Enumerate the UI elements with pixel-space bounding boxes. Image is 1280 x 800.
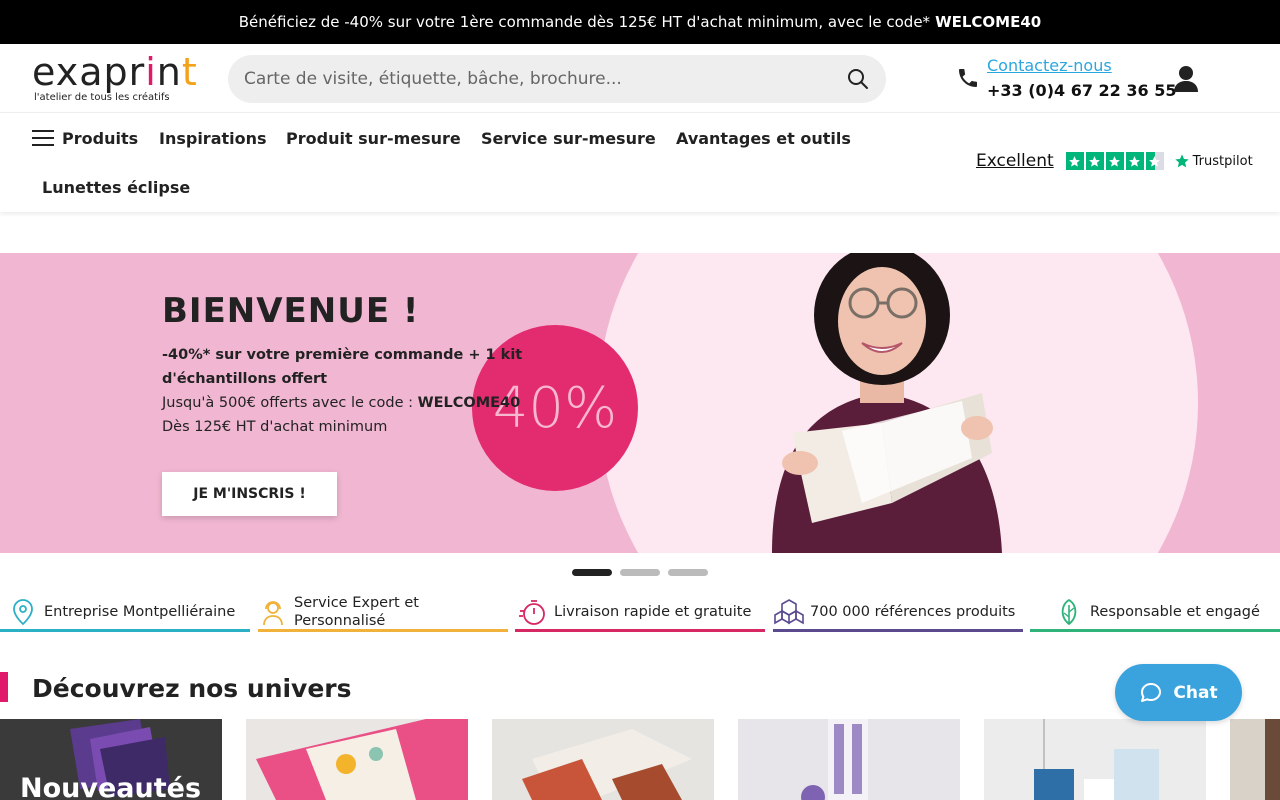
hero-code: WELCOME40 [417, 395, 521, 411]
feature-label: Entreprise Montpelliéraine [44, 604, 236, 620]
boxes-icon [774, 599, 804, 625]
feature-responsable[interactable]: Responsable et engagé [1054, 592, 1280, 632]
nav-item-produits[interactable]: Produits [62, 129, 138, 148]
feature-label: Service Expert et Personnalisé [294, 594, 419, 630]
stopwatch-icon [519, 600, 545, 625]
universe-card-3[interactable] [492, 719, 714, 800]
trustpilot-star-icon [1174, 154, 1189, 168]
feature-underline [515, 629, 765, 632]
trustpilot-widget[interactable]: Excellent Trustpilot [976, 149, 1253, 173]
chat-bubble-icon [1141, 682, 1162, 702]
universe-card-4[interactable] [738, 719, 960, 800]
star-icon [1125, 152, 1144, 170]
promo-text: Bénéficiez de -40% sur votre 1ère comman… [238, 13, 931, 31]
feature-livraison[interactable]: Livraison rapide et gratuite [518, 592, 766, 632]
feature-montpellier[interactable]: Entreprise Montpelliéraine [8, 592, 250, 632]
phone-icon [959, 69, 977, 87]
feature-label-line-1: Service Expert et [294, 595, 419, 611]
hero-offer-line-2: d'échantillons offert [162, 371, 328, 387]
feature-underline [773, 629, 1023, 632]
contact-link[interactable]: Contactez-nous [987, 56, 1112, 75]
hero-title: BIENVENUE ! [162, 291, 420, 331]
nav-item-inspirations[interactable]: Inspirations [159, 129, 267, 148]
trustpilot-stars [1065, 152, 1166, 170]
menu-icon[interactable] [32, 130, 54, 146]
main-nav: Produits Inspirations Produit sur-mesure… [0, 112, 1280, 212]
universes-title: Découvrez nos univers [32, 674, 352, 703]
star-half-icon [1145, 152, 1164, 170]
nav-item-lunettes-eclipse[interactable]: Lunettes éclipse [42, 178, 190, 197]
trustpilot-logo: Trustpilot [1174, 153, 1253, 169]
carousel-dot-1[interactable] [572, 569, 612, 576]
hero-banner[interactable]: 40% BIENVENUE ! -40%* sur votre première… [0, 253, 1280, 553]
headset-icon [263, 601, 283, 626]
section-accent-bar [0, 672, 8, 702]
feature-underline [258, 629, 508, 632]
leaf-icon [1061, 598, 1077, 626]
feature-references[interactable]: 700 000 références produits [774, 592, 1024, 632]
nav-item-produit-sur-mesure[interactable]: Produit sur-mesure [286, 129, 461, 148]
chat-button[interactable]: Chat [1115, 664, 1242, 721]
location-pin-icon [13, 599, 33, 626]
trustpilot-rating-text: Excellent [976, 151, 1054, 171]
promo-banner: Bénéficiez de -40% sur votre 1ère comman… [0, 0, 1280, 44]
exaprint-logo[interactable]: exaprint l'atelier de tous les créatifs [32, 50, 218, 108]
nav-item-service-sur-mesure[interactable]: Service sur-mesure [481, 129, 656, 148]
business-cards-image [246, 719, 468, 800]
feature-label: Livraison rapide et gratuite [554, 604, 752, 620]
universe-card-nouveautes[interactable]: Nouveautés [0, 719, 222, 800]
contact-phone[interactable]: +33 (0)4 67 22 36 55 [987, 81, 1176, 100]
carousel-dots [572, 569, 716, 576]
chat-label: Chat [1173, 682, 1218, 703]
user-account-icon[interactable] [1172, 64, 1200, 94]
universe-card-5[interactable] [984, 719, 1206, 800]
hero-offer-line-4: Dès 125€ HT d'achat minimum [162, 419, 388, 435]
star-icon [1065, 152, 1084, 170]
carousel-dot-3[interactable] [668, 569, 708, 576]
universe-card-label: Nouveautés [20, 773, 202, 800]
labels-rolls-image [738, 719, 960, 800]
hero-offer-line-1: -40%* sur votre première commande + 1 ki… [162, 347, 523, 363]
features-strip: Entreprise Montpelliéraine Service Exper… [0, 592, 1280, 634]
feature-label: Responsable et engagé [1090, 604, 1260, 620]
feature-underline [0, 629, 250, 632]
universe-card-6-image [1230, 719, 1280, 800]
promo-code: WELCOME40 [935, 13, 1042, 31]
feature-service-expert[interactable]: Service Expert et Personnalisé [258, 592, 508, 632]
logo-wordmark: exaprint [32, 50, 198, 94]
hero-code-prefix: Jusqu'à 500€ offerts avec le code : [162, 395, 413, 411]
stationery-image [492, 719, 714, 800]
signage-image [984, 719, 1206, 800]
signup-button[interactable]: JE M'INSCRIS ! [162, 472, 337, 516]
search-input[interactable] [244, 69, 846, 89]
trustpilot-brand: Trustpilot [1192, 153, 1253, 169]
star-icon [1105, 152, 1124, 170]
universe-card-2[interactable] [246, 719, 468, 800]
nav-item-avantages-outils[interactable]: Avantages et outils [676, 129, 851, 148]
contact-block: Contactez-nous +33 (0)4 67 22 36 55 [956, 54, 1176, 104]
feature-label: 700 000 références produits [810, 604, 1016, 620]
site-header: exaprint l'atelier de tous les créatifs … [0, 44, 1280, 112]
feature-underline [1030, 629, 1280, 632]
hero-offer-line-3: Jusqu'à 500€ offerts avec le code : WELC… [162, 395, 520, 411]
carousel-dot-2[interactable] [620, 569, 660, 576]
search-icon[interactable] [846, 67, 870, 91]
search-bar[interactable] [228, 55, 886, 103]
star-icon [1085, 152, 1104, 170]
feature-label-line-2: Personnalisé [294, 613, 386, 629]
universe-card-6[interactable] [1230, 719, 1280, 800]
hero-woman-reading-image [772, 253, 1002, 553]
